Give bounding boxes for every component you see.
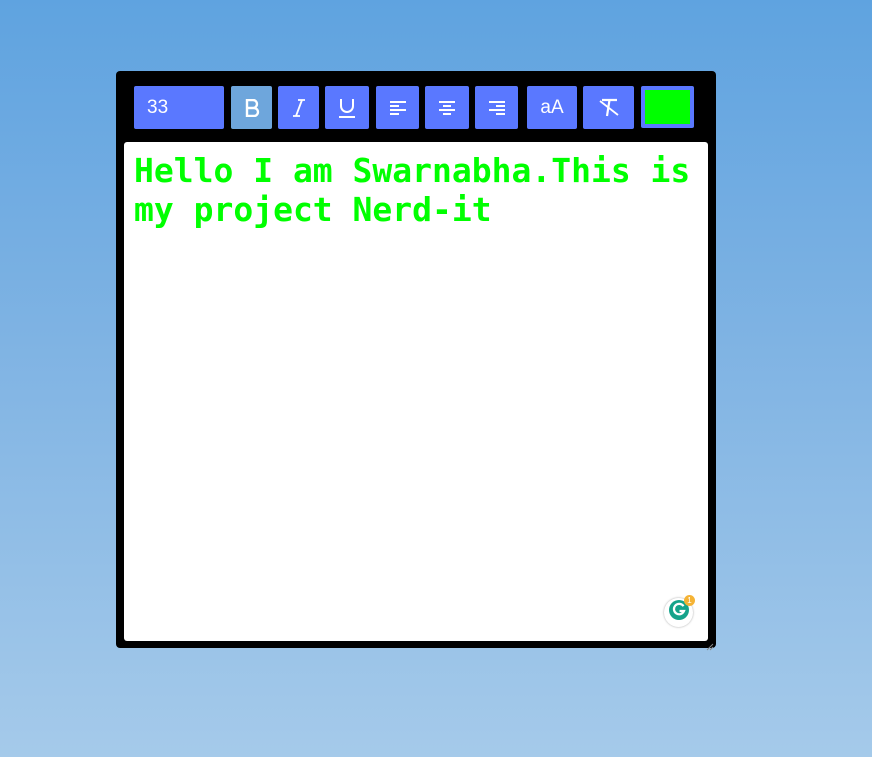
align-center-button[interactable] xyxy=(425,86,469,129)
font-size-input[interactable]: 33 xyxy=(134,86,224,129)
align-center-icon xyxy=(438,100,456,116)
clear-format-icon xyxy=(597,98,621,118)
text-editor: 33 aA Hello I am Swarnabha.This is my pr… xyxy=(116,71,716,651)
italic-icon xyxy=(291,98,307,117)
grammarly-widget[interactable]: 1 xyxy=(664,595,695,627)
align-right-icon xyxy=(488,100,506,116)
change-case-button[interactable]: aA xyxy=(527,86,577,129)
underline-button[interactable] xyxy=(325,86,369,129)
text-color-picker[interactable] xyxy=(641,86,694,128)
align-left-button[interactable] xyxy=(376,86,419,129)
clear-format-button[interactable] xyxy=(583,86,634,129)
color-swatch-fill xyxy=(645,90,690,124)
grammarly-badge: 1 xyxy=(684,595,695,606)
change-case-label: aA xyxy=(540,96,564,118)
resize-handle[interactable] xyxy=(706,638,714,651)
bold-button[interactable] xyxy=(231,86,272,129)
underline-icon xyxy=(338,98,356,118)
align-left-icon xyxy=(389,100,407,116)
italic-button[interactable] xyxy=(278,86,319,129)
bold-icon xyxy=(244,98,260,117)
toolbar: 33 aA xyxy=(116,71,716,141)
align-right-button[interactable] xyxy=(475,86,518,129)
editor-textarea[interactable]: Hello I am Swarnabha.This is my project … xyxy=(124,142,708,641)
